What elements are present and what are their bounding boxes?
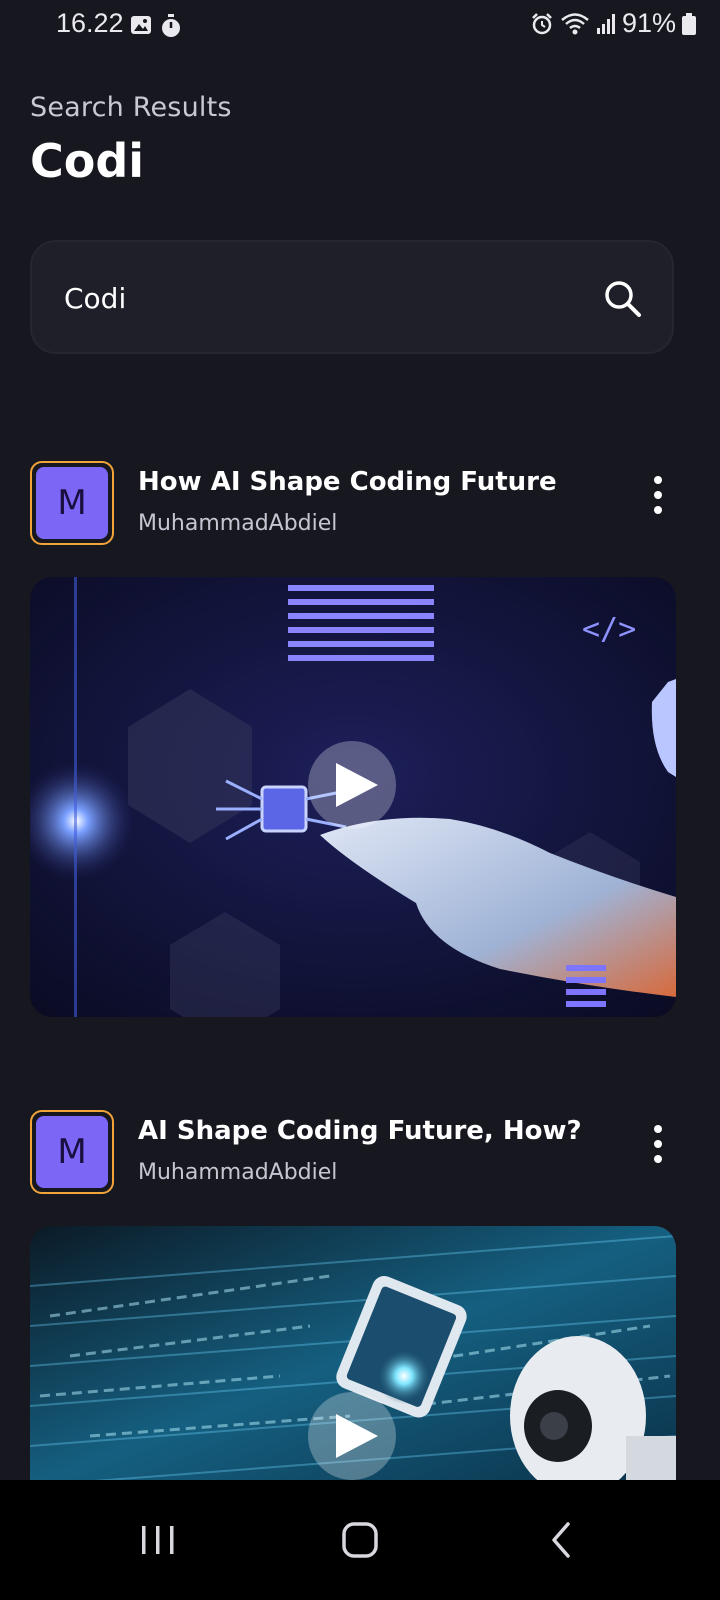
more-options-icon[interactable] [646,473,670,517]
video-card[interactable]: M AI Shape Coding Future, How? MuhammadA… [30,1110,676,1486]
alarm-icon [532,12,552,34]
video-thumbnail[interactable]: </> [30,577,676,1017]
search-icon[interactable] [602,278,642,318]
video-thumbnail[interactable] [30,1226,676,1486]
video-author[interactable]: MuhammadAbdiel [138,1160,337,1185]
signal-icon [596,13,615,34]
navigation-bar [0,1480,720,1600]
back-icon[interactable] [540,1518,584,1562]
video-author[interactable]: MuhammadAbdiel [138,511,337,536]
page-title: Codi [30,134,145,188]
wifi-icon [561,12,589,34]
more-options-icon[interactable] [646,1122,670,1166]
avatar[interactable]: M [30,461,114,545]
recents-icon[interactable] [136,1518,180,1562]
status-time: 16.22 [56,8,124,38]
battery-percentage: 91% [621,8,676,38]
avatar-letter: M [36,467,108,539]
home-icon[interactable] [338,1518,382,1562]
battery-icon [682,12,696,35]
video-title[interactable]: How AI Shape Coding Future [138,467,557,497]
video-card[interactable]: M How AI Shape Coding Future MuhammadAbd… [30,461,676,1017]
search-box [30,240,674,354]
timer-icon [162,14,180,37]
thumbnail-image: </> [30,577,676,1017]
page-subtitle: Search Results [30,92,232,123]
avatar-letter: M [36,1116,108,1188]
svg-text:</>: </> [582,612,636,647]
status-bar: 16.22 91% [0,0,720,52]
video-title[interactable]: AI Shape Coding Future, How? [138,1116,582,1146]
avatar[interactable]: M [30,1110,114,1194]
search-input[interactable] [62,242,586,354]
thumbnail-image [30,1226,676,1486]
image-icon [131,16,151,34]
